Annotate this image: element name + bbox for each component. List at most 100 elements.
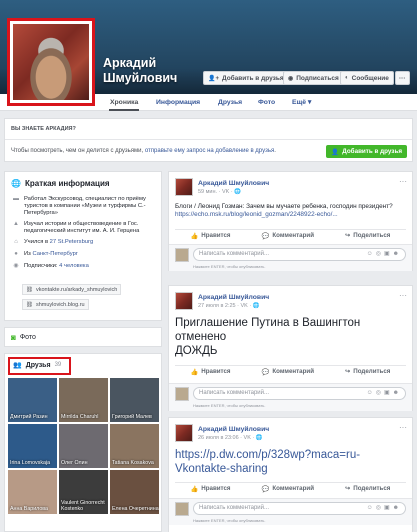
photo-icon: ◙ xyxy=(11,333,16,342)
post-author[interactable]: Аркадий Шмуйлович xyxy=(198,294,269,301)
comment-hint: Нажмите ENTER, чтобы опубликовать. xyxy=(193,518,266,523)
share-button[interactable]: ↪ Поделиться xyxy=(345,485,390,492)
profile-name-last: Шмуйлович xyxy=(103,71,178,85)
post-actions: 👍 Нравится 💬 Комментарий ↪ Поделиться xyxy=(175,229,406,241)
more-options-button[interactable]: ··· xyxy=(395,71,410,85)
like-button[interactable]: 👍 Нравится xyxy=(191,232,231,240)
share-button[interactable]: ↪ Поделиться xyxy=(345,232,390,239)
post-options-icon[interactable]: ··· xyxy=(399,291,407,300)
comment-tools-icons[interactable]: ☺◎▣☻ xyxy=(367,504,402,511)
rss-icon: ◉ xyxy=(288,75,294,82)
add-friend-green-button[interactable]: 👤 Добавить в друзья xyxy=(326,145,407,158)
add-friend-button[interactable]: 👤+ Добавить в друзья xyxy=(203,71,289,85)
comment-hint: Нажмите ENTER, чтобы опубликовать. xyxy=(193,264,266,269)
map-pin-icon: ● xyxy=(14,251,18,257)
link-icon: ⛓ xyxy=(26,286,33,293)
message-button[interactable]: ◐ Сообщение xyxy=(340,71,394,85)
globe-icon: 🌐 xyxy=(11,179,21,188)
post-card: Аркадий Шмуйлович 59 мин. · VK · 🌐 ··· Б… xyxy=(168,171,413,271)
intro-item-education: ▲ Изучал истории и обществоведение в Гос… xyxy=(13,221,140,234)
post-link[interactable]: https://p.dw.com/p/328wp?maca=ru- Vkonta… xyxy=(175,448,360,476)
tab-about[interactable]: Информация xyxy=(152,94,204,111)
post-timestamp[interactable]: 59 мин. · VK · 🌐 xyxy=(198,189,241,195)
author-avatar[interactable] xyxy=(175,178,193,196)
friend-tile[interactable]: Tatiana Kosakova xyxy=(110,424,159,468)
website-link-vk[interactable]: ⛓ vkontakte.ru/arkady_shmuylovich xyxy=(22,284,122,295)
author-avatar[interactable] xyxy=(175,424,193,442)
briefcase-icon: ▬ xyxy=(13,196,19,202)
share-icon: ↪ xyxy=(345,485,351,492)
comment-button[interactable]: 💬 Комментарий xyxy=(262,485,314,493)
post-link[interactable]: https://echo.msk.ru/blog/leonid_gozman/2… xyxy=(175,211,409,219)
subscribe-button[interactable]: ◉ Подписаться xyxy=(283,71,344,85)
comment-button[interactable]: 💬 Комментарий xyxy=(262,232,314,240)
hometown-link[interactable]: Санкт-Петербург xyxy=(32,251,77,257)
profile-picture-frame[interactable] xyxy=(7,18,95,106)
tab-more[interactable]: Ещё ▾ xyxy=(288,94,315,111)
profile-name: Аркадий Шмуйлович xyxy=(103,56,177,86)
friends-icon: 👥 xyxy=(13,362,22,369)
friend-tile[interactable]: Vaulent Ginorrecht Kostenko xyxy=(59,470,108,514)
send-request-link[interactable]: отправьте ему запрос на добавление в дру… xyxy=(145,148,274,154)
post-timestamp[interactable]: 27 июля в 2:25 · VK · 🌐 xyxy=(198,303,260,309)
followers-link[interactable]: 4 человека xyxy=(59,263,89,269)
add-friend-icon: 👤 xyxy=(331,148,340,156)
comment-composer: Написать комментарий... ☺◎▣☻ Нажмите ENT… xyxy=(169,498,412,525)
viewer-avatar xyxy=(175,502,189,516)
share-icon: ↪ xyxy=(345,232,351,239)
friend-tile[interactable]: Григорий Малев xyxy=(110,378,159,422)
like-button[interactable]: 👍 Нравится xyxy=(191,485,231,493)
share-button[interactable]: ↪ Поделиться xyxy=(345,368,390,375)
friend-tile[interactable]: Irina Lomovskaja xyxy=(8,424,57,468)
post-options-icon[interactable]: ··· xyxy=(399,423,407,432)
post-actions: 👍 Нравится 💬 Комментарий ↪ Поделиться xyxy=(175,482,406,494)
friend-tile[interactable]: Елена Очеретнина xyxy=(110,470,159,514)
friends-title[interactable]: 👥 Друзья 39 xyxy=(13,361,61,370)
comment-tools-icons[interactable]: ☺◎▣☻ xyxy=(367,250,402,257)
post-timestamp[interactable]: 26 июля в 23:06 · VK · 🌐 xyxy=(198,435,263,441)
viewer-avatar xyxy=(175,248,189,262)
school-link[interactable]: 27 St.Petersburg xyxy=(50,239,94,245)
comment-button[interactable]: 💬 Комментарий xyxy=(262,368,314,376)
friends-card: 👥 Друзья 39 Дмитрий Разин Mirrilda Charu… xyxy=(4,353,162,532)
home-icon: ⌂ xyxy=(14,239,18,245)
friend-tile[interactable]: Дмитрий Разин xyxy=(8,378,57,422)
post-text: Приглашение Путина в Вашингтон отменено … xyxy=(175,317,361,357)
post-options-icon[interactable]: ··· xyxy=(399,177,407,186)
like-icon: 👍 xyxy=(190,232,199,240)
friend-tile[interactable]: Анна Варилова xyxy=(8,470,57,514)
do-you-know-title: ВЫ ЗНАЕТЕ АРКАДИЯ? xyxy=(11,126,76,132)
friend-tile[interactable]: Mirrilda Charuhl xyxy=(59,378,108,422)
website-link-blog[interactable]: ⛓ shmuylovich.blog.ru xyxy=(22,299,89,310)
tab-photos[interactable]: Фото xyxy=(254,94,279,111)
post-author[interactable]: Аркадий Шмуйлович xyxy=(198,426,269,433)
post-actions: 👍 Нравится 💬 Комментарий ↪ Поделиться xyxy=(175,365,406,377)
comment-icon: 💬 xyxy=(261,368,270,376)
profile-name-first: Аркадий xyxy=(103,56,157,70)
graduation-cap-icon: ▲ xyxy=(13,221,19,227)
comment-hint: Нажмите ENTER, чтобы опубликовать. xyxy=(193,403,266,408)
like-button[interactable]: 👍 Нравится xyxy=(191,368,231,376)
post-author[interactable]: Аркадий Шмуйлович xyxy=(198,180,269,187)
link-icon: ⛓ xyxy=(26,301,33,308)
author-avatar[interactable] xyxy=(175,292,193,310)
tab-friends[interactable]: Друзья xyxy=(214,94,246,111)
intro-item-work: ▬ Работал Экскурсовод, специалист по при… xyxy=(13,196,146,216)
comment-composer: Написать комментарий... ☺◎▣☻ Нажмите ENT… xyxy=(169,383,412,411)
comment-composer: Написать комментарий... ☺◎▣☻ Нажмите ENT… xyxy=(169,244,412,271)
do-you-know-text: Чтобы посмотреть, чем он делится с друзь… xyxy=(11,148,276,154)
intro-item-school: ⌂ Учился в 27 St.Petersburg xyxy=(12,239,160,246)
profile-picture[interactable] xyxy=(13,24,89,100)
comment-tools-icons[interactable]: ☺◎▣☻ xyxy=(367,389,402,396)
friend-tile[interactable]: Олег Олин xyxy=(59,424,108,468)
tab-timeline[interactable]: Хроника xyxy=(106,94,142,111)
post-card: Аркадий Шмуйлович 26 июля в 23:06 · VK ·… xyxy=(168,417,413,532)
like-icon: 👍 xyxy=(190,485,199,493)
intro-item-from: ● Из Санкт-Петербург xyxy=(12,251,160,258)
like-icon: 👍 xyxy=(190,368,199,376)
photos-card[interactable]: ◙ Фото xyxy=(4,327,162,347)
messenger-icon: ◐ xyxy=(345,75,349,81)
do-you-know-box: ВЫ ЗНАЕТЕ АРКАДИЯ? Чтобы посмотреть, чем… xyxy=(4,118,413,162)
post-text: Блоги / Леонид Гозман: Зачем вы мучаете … xyxy=(175,203,409,219)
viewer-avatar xyxy=(175,387,189,401)
